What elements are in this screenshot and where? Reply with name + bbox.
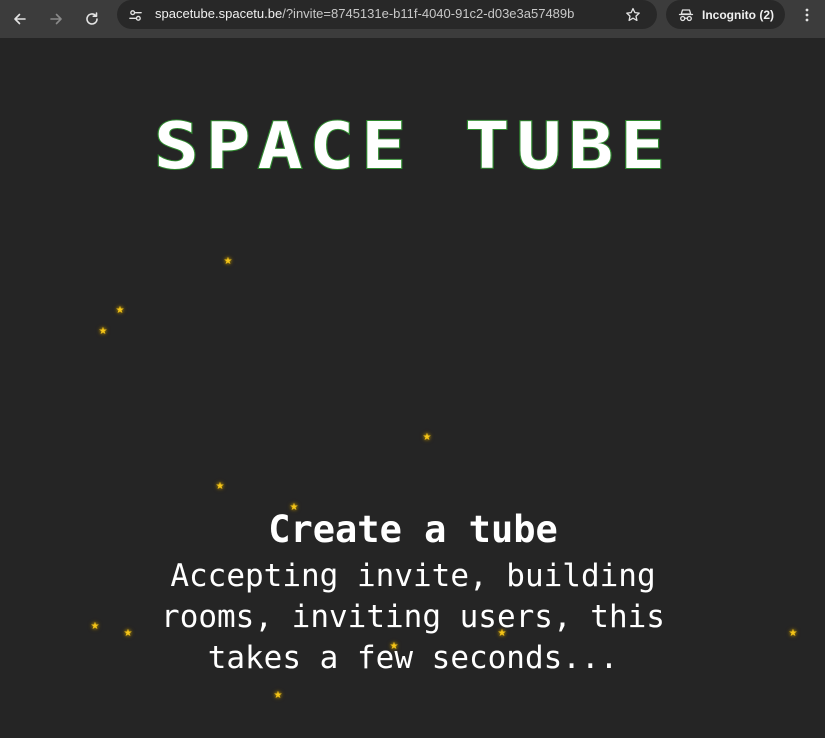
url-host: spacetube.spacetu.be: [155, 6, 283, 21]
incognito-icon: [678, 8, 694, 21]
browser-menu-button[interactable]: [796, 4, 818, 26]
star-icon: ★: [223, 256, 233, 267]
incognito-label: Incognito (2): [702, 7, 774, 22]
arrow-left-icon: [14, 13, 26, 25]
kebab-menu-icon: [805, 8, 809, 22]
status-message: Accepting invite, building rooms, inviti…: [161, 558, 665, 676]
tune-icon: [128, 9, 142, 21]
star-icon: ★: [422, 432, 432, 443]
star-icon: ★: [123, 628, 133, 639]
address-bar[interactable]: spacetube.spacetu.be/?invite=8745131e-b1…: [117, 0, 657, 30]
bookmark-button[interactable]: [622, 4, 644, 26]
page-content: SPACE TUBE ★ ★ ★ ★ ★ ★ ★ ★ ★ ★ ★ ★ Creat…: [0, 38, 825, 738]
url-text[interactable]: spacetube.spacetu.be/?invite=8745131e-b1…: [155, 6, 574, 21]
logo-text: SPACE TUBE: [154, 110, 672, 184]
logo-svg: SPACE TUBE: [153, 109, 667, 185]
star-icon: ★: [98, 326, 108, 337]
reload-button[interactable]: [77, 4, 107, 34]
arrow-right-icon: [50, 13, 62, 25]
url-path: /?invite=8745131e-b11f-4040-91c2-d03e3a5…: [282, 6, 575, 21]
star-icon: ★: [90, 621, 100, 632]
star-icon: ★: [788, 628, 798, 639]
star-outline-icon: [626, 7, 640, 22]
reload-icon: [86, 12, 98, 25]
back-button[interactable]: [5, 4, 35, 34]
forward-button[interactable]: [41, 4, 71, 34]
star-icon: ★: [273, 690, 283, 701]
star-icon: ★: [215, 481, 225, 492]
browser-toolbar: spacetube.spacetu.be/?invite=8745131e-b1…: [0, 0, 825, 38]
space-tube-logo: SPACE TUBE: [150, 109, 676, 185]
incognito-indicator[interactable]: Incognito (2): [666, 0, 785, 29]
page-title: Create a tube: [268, 508, 558, 551]
site-info-button[interactable]: [125, 5, 145, 25]
star-icon: ★: [115, 305, 125, 316]
